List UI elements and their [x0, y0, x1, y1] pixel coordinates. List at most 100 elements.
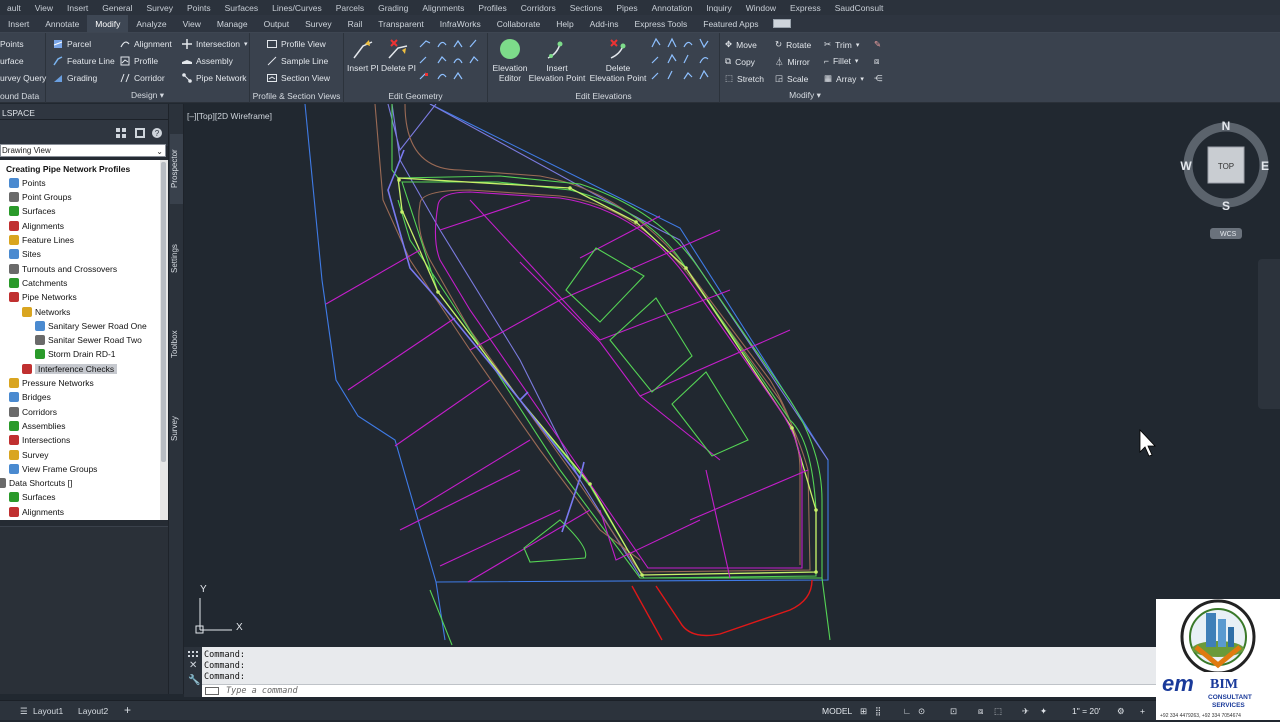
tree-item[interactable]: Surfaces	[9, 205, 56, 218]
trim-dropdown-icon[interactable]: ▾	[856, 41, 860, 49]
tree-item[interactable]: Sites	[9, 248, 41, 261]
grip-icon[interactable]	[188, 651, 198, 657]
delete-elevation-point-button[interactable]: Delete Elevation Point	[588, 38, 648, 83]
move-button[interactable]: ✥ Move	[725, 39, 757, 50]
scale-button[interactable]: ◲ Scale	[775, 73, 808, 84]
survey-query-button[interactable]: urvey Query	[0, 73, 46, 83]
viewcube-top-label[interactable]: TOP	[1218, 162, 1234, 171]
tree-item[interactable]: Sanitar Sewer Road Two	[35, 334, 142, 347]
array-dropdown-icon[interactable]: ▾	[860, 75, 864, 83]
menu-item[interactable]: Alignments	[415, 3, 471, 13]
side-tab-prospector[interactable]: Prospector	[170, 134, 183, 204]
side-tab-survey[interactable]: Survey	[170, 394, 183, 464]
menu-item[interactable]: View	[28, 3, 60, 13]
sample-line-button[interactable]: Sample Line	[267, 56, 328, 66]
ribbon-tab[interactable]: Output	[256, 15, 298, 32]
explode-button[interactable]: ⋲	[874, 73, 883, 84]
ribbon-tab[interactable]: Help	[548, 15, 581, 32]
alignment-button[interactable]: Alignment	[120, 39, 172, 49]
ribbon-tab[interactable]: Insert	[0, 15, 37, 32]
tree-item[interactable]: Intersections	[9, 434, 70, 447]
ribbon-tab[interactable]: Transparent	[370, 15, 432, 32]
annotation-icon[interactable]: ✈	[1022, 706, 1029, 717]
assembly-button[interactable]: Assembly	[182, 56, 233, 66]
tree-item[interactable]: Interference Checks	[22, 362, 118, 375]
drawing-viewport[interactable]: Y X TOP N S E W WCS [–][Top][2D Wirefram…	[184, 104, 1280, 647]
plus-icon[interactable]: +	[1140, 706, 1145, 716]
tree-item[interactable]: Pipe Networks	[9, 291, 77, 304]
array-button[interactable]: ▦ Array ▾	[824, 73, 864, 84]
menu-item[interactable]: General	[95, 3, 139, 13]
gear-icon[interactable]: ⚙	[1117, 706, 1125, 717]
tree-item[interactable]: Networks	[22, 305, 70, 318]
tree-item[interactable]: Sanitary Sewer Road One	[35, 319, 147, 332]
tree-item[interactable]: Survey	[9, 448, 48, 461]
tree-scrollbar[interactable]	[160, 160, 168, 520]
menu-item[interactable]: SaudConsult	[828, 3, 891, 13]
tree-item[interactable]: Alignments	[9, 505, 64, 518]
points-button[interactable]: Points	[0, 39, 24, 49]
rotate-button[interactable]: ↻ Rotate	[775, 39, 811, 50]
tree-item[interactable]: Pressure Networks	[9, 377, 94, 390]
menu-item[interactable]: Survey	[140, 3, 180, 13]
wcs-menu[interactable]: WCS	[1220, 231, 1237, 238]
snap-icon[interactable]: ⣿	[875, 706, 881, 717]
feature-line-button[interactable]: Feature Line	[53, 56, 115, 66]
menu-item[interactable]: Corridors	[514, 3, 563, 13]
elevation-editor-button[interactable]: Elevation Editor	[490, 38, 530, 83]
tab-layout1[interactable]: Layout1	[33, 706, 63, 716]
viewcube[interactable]: TOP N S E W WCS	[1180, 119, 1269, 239]
tree-item[interactable]: Corridors	[9, 405, 57, 418]
ribbon-tab[interactable]: Add-ins	[582, 15, 627, 32]
profile-view-button[interactable]: Profile View	[267, 39, 326, 49]
menu-item[interactable]: Surfaces	[218, 3, 266, 13]
menu-icon[interactable]: ☰	[20, 706, 28, 717]
ribbon-tab[interactable]: Modify	[87, 15, 129, 32]
ortho-icon[interactable]: ∟	[903, 706, 911, 716]
menu-item[interactable]: Points	[180, 3, 218, 13]
insert-elevation-point-button[interactable]: Insert Elevation Point	[528, 38, 586, 83]
tab-layout2[interactable]: Layout2	[78, 706, 108, 716]
fillet-dropdown-icon[interactable]: ▾	[855, 57, 859, 65]
wrench-icon[interactable]: 🔧	[188, 675, 200, 686]
lineweight-icon[interactable]: ⧈	[978, 706, 983, 717]
tree-item[interactable]: Points	[9, 176, 46, 189]
selection-icon[interactable]: ⬚	[994, 706, 1002, 717]
viewport-controls-label[interactable]: [–][Top][2D Wireframe]	[187, 111, 272, 121]
tree-item[interactable]: Feature Lines	[9, 234, 74, 247]
ribbon-tab[interactable]: Manage	[209, 15, 256, 32]
menu-item[interactable]: Sections	[563, 3, 610, 13]
scrollbar-thumb[interactable]	[161, 162, 166, 462]
stretch-button[interactable]: ⬚ Stretch	[725, 73, 764, 84]
elevation-tools-icon[interactable]	[650, 37, 716, 87]
menu-item[interactable]: Pipes	[609, 3, 644, 13]
ribbon-tab[interactable]: Rail	[340, 15, 371, 32]
grid-icon[interactable]: ⊞	[860, 706, 867, 717]
intersection-button[interactable]: Intersection ▾	[182, 39, 247, 49]
workspace-icon[interactable]: ✦	[1040, 706, 1047, 717]
ribbon-tab[interactable]: Express Tools	[627, 15, 696, 32]
ribbon-tab[interactable]: Analyze	[128, 15, 174, 32]
close-icon[interactable]: ✕	[189, 660, 197, 671]
tree-item[interactable]: Alignments	[9, 219, 64, 232]
tree-item[interactable]: Turnouts and Crossovers	[9, 262, 117, 275]
copy-button[interactable]: ⧉ Copy	[725, 56, 755, 67]
offset-button[interactable]: ⧈	[874, 56, 879, 67]
menu-item[interactable]: Express	[783, 3, 828, 13]
ribbon-tab[interactable]: Survey	[297, 15, 339, 32]
menu-item[interactable]: Insert	[60, 3, 95, 13]
corridor-button[interactable]: Corridor	[120, 73, 165, 83]
tree-item[interactable]: Data Shortcuts []	[0, 477, 72, 490]
tree-item[interactable]: Assemblies	[9, 419, 65, 432]
menu-item[interactable]: Profiles	[471, 3, 513, 13]
compass-s-label[interactable]: S	[1222, 199, 1230, 213]
ribbon-tab[interactable]: View	[175, 15, 209, 32]
navigation-bar[interactable]	[1258, 259, 1280, 409]
menu-item[interactable]: ault	[0, 3, 28, 13]
annotation-scale-select[interactable]: 1" = 20'	[1072, 706, 1101, 716]
side-tab-toolbox[interactable]: Toolbox	[170, 309, 183, 379]
menu-item[interactable]: Inquiry	[699, 3, 739, 13]
intersection-dropdown-icon[interactable]: ▾	[244, 40, 248, 48]
mirror-button[interactable]: ⏃ Mirror	[775, 56, 810, 68]
ribbon-tab[interactable]: Annotate	[37, 15, 87, 32]
